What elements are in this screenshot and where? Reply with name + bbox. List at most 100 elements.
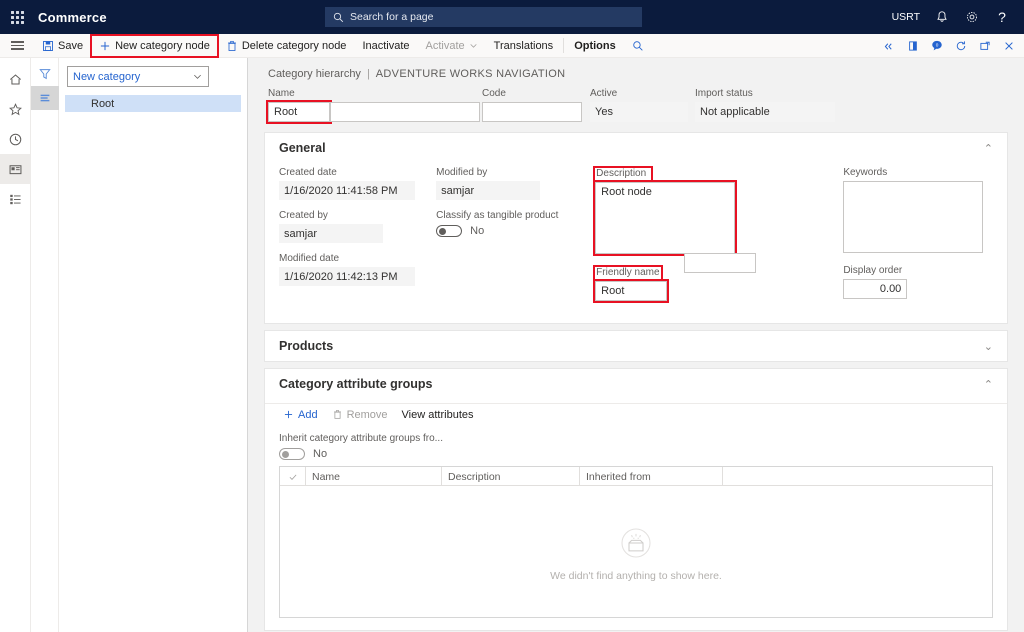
collapse-icon[interactable] (877, 34, 900, 58)
inactivate-button[interactable]: Inactivate (354, 35, 417, 57)
topbar-right-group: USRT ? (886, 0, 1016, 34)
tree-list-icon[interactable] (30, 86, 59, 110)
refresh-icon[interactable] (949, 34, 972, 58)
import-status-field-group: Import status Not applicable (695, 88, 845, 122)
messages-badge-icon[interactable]: 0 (925, 34, 948, 58)
filter-icon[interactable] (31, 62, 59, 86)
delete-category-node-button[interactable]: Delete category node (218, 35, 355, 57)
general-column-3b (684, 167, 843, 311)
settings-gear-icon[interactable] (958, 0, 986, 34)
app-shell: New category Root Category hierarchy | A… (0, 58, 1024, 632)
modified-date-label: Modified date (279, 253, 340, 264)
code-label: Code (482, 88, 506, 99)
nav-favorites-icon[interactable] (0, 94, 31, 124)
popout-window-icon[interactable] (973, 34, 996, 58)
keywords-label: Keywords (843, 167, 888, 178)
grid-empty-state: We didn't find anything to show here. (280, 486, 992, 617)
add-label: Add (298, 408, 318, 421)
view-attributes-button[interactable]: View attributes (396, 405, 480, 425)
nav-home-icon[interactable] (0, 64, 31, 94)
tree-node-root[interactable]: Root (65, 95, 241, 112)
main-content: Category hierarchy | ADVENTURE WORKS NAV… (248, 58, 1024, 632)
modified-date-value: 1/16/2020 11:42:13 PM (279, 267, 415, 286)
breadcrumb-parent[interactable]: Category hierarchy (268, 68, 361, 80)
global-search-placeholder: Search for a page (350, 11, 434, 23)
save-button[interactable]: Save (34, 35, 91, 57)
new-category-dropdown[interactable]: New category (67, 66, 209, 87)
view-attributes-label: View attributes (401, 408, 474, 421)
grid-column-inherited-from[interactable]: Inherited from (580, 467, 723, 486)
products-section-header[interactable]: Products ⌄ (265, 331, 1007, 361)
general-section-header[interactable]: General ⌃ (265, 133, 1007, 163)
attribute-groups-title: Category attribute groups (279, 377, 433, 391)
breadcrumb-separator: | (366, 68, 370, 80)
navigation-toggle-icon[interactable] (0, 34, 34, 58)
inherit-groups-toggle[interactable]: No (279, 448, 993, 460)
activate-button: Activate (418, 35, 486, 57)
new-category-dropdown-value: New category (73, 70, 141, 83)
friendly-name-input-extended[interactable] (684, 253, 757, 273)
nav-workspaces-icon[interactable] (0, 154, 31, 184)
friendly-name-input[interactable]: Root (593, 279, 670, 303)
modified-by-group: Modified by samjar (436, 167, 595, 200)
code-input[interactable] (482, 102, 582, 122)
svg-text:0: 0 (935, 43, 938, 49)
select-all-checkbox[interactable] (280, 467, 306, 486)
new-category-node-button[interactable]: New category node (90, 33, 219, 58)
plus-icon (284, 410, 293, 419)
command-search-button[interactable] (624, 35, 652, 57)
translations-button[interactable]: Translations (486, 35, 562, 57)
options-button[interactable]: Options (566, 35, 624, 57)
chevron-down-icon[interactable]: ⌄ (984, 340, 993, 353)
classify-tangible-group: Classify as tangible product No (436, 210, 595, 237)
chevron-down-icon (470, 44, 477, 48)
name-input[interactable]: Root (266, 100, 332, 124)
attribute-groups-toolbar: Add Remove View attributes (265, 403, 1007, 425)
general-column-1: Created date 1/16/2020 11:41:58 PM Creat… (279, 167, 436, 311)
office-app-icon[interactable] (901, 34, 924, 58)
created-by-group: Created by samjar (279, 210, 436, 243)
products-title: Products (279, 339, 334, 353)
general-grid: Created date 1/16/2020 11:41:58 PM Creat… (279, 166, 993, 311)
options-label: Options (574, 39, 616, 52)
attribute-groups-grid: Name Description Inherited from We didn'… (279, 466, 993, 618)
breadcrumb-current: ADVENTURE WORKS NAVIGATION (375, 68, 566, 80)
close-icon[interactable] (997, 34, 1020, 58)
name-input-extended[interactable] (330, 102, 480, 122)
notifications-icon[interactable] (928, 0, 956, 34)
keywords-textarea[interactable] (843, 181, 984, 253)
attribute-groups-header[interactable]: Category attribute groups ⌃ (265, 369, 1007, 399)
tree-node-label: Root (91, 97, 115, 110)
nav-modules-icon[interactable] (0, 184, 31, 214)
active-field-group: Active Yes (590, 88, 695, 122)
header-fields: Name Root Code Active Yes Import status … (264, 88, 1008, 124)
remove-attribute-group-button: Remove (326, 405, 394, 425)
app-launcher-icon[interactable] (0, 0, 34, 34)
company-indicator[interactable]: USRT (886, 0, 926, 34)
general-title: General (279, 141, 326, 155)
trash-icon (227, 40, 236, 51)
add-attribute-group-button[interactable]: Add (277, 405, 324, 425)
chevron-down-icon (194, 74, 201, 79)
toggle-knob (439, 227, 447, 235)
toggle-switch[interactable] (436, 225, 463, 237)
new-category-node-label: New category node (115, 39, 210, 52)
toggle-knob (282, 450, 289, 458)
empty-box-icon (621, 527, 651, 558)
chevron-up-icon[interactable]: ⌃ (984, 142, 993, 155)
display-order-input[interactable]: 0.00 (843, 279, 908, 299)
classify-tangible-label: Classify as tangible product (436, 210, 559, 221)
inherit-groups-field: Inherit category attribute groups fro...… (279, 433, 993, 460)
toggle-switch[interactable] (279, 448, 305, 460)
grid-column-spacer (723, 467, 992, 486)
import-status-value: Not applicable (695, 102, 835, 122)
chevron-up-icon[interactable]: ⌃ (984, 378, 993, 391)
global-search-input[interactable]: Search for a page (325, 7, 642, 27)
delete-category-node-label: Delete category node (241, 39, 347, 52)
grid-column-name[interactable]: Name (306, 467, 442, 486)
classify-tangible-toggle[interactable]: No (436, 225, 595, 237)
nav-recent-icon[interactable] (0, 124, 31, 154)
command-bar: Save New category node Delete category n… (0, 33, 1024, 58)
grid-column-description[interactable]: Description (442, 467, 580, 486)
help-icon[interactable]: ? (988, 0, 1016, 34)
